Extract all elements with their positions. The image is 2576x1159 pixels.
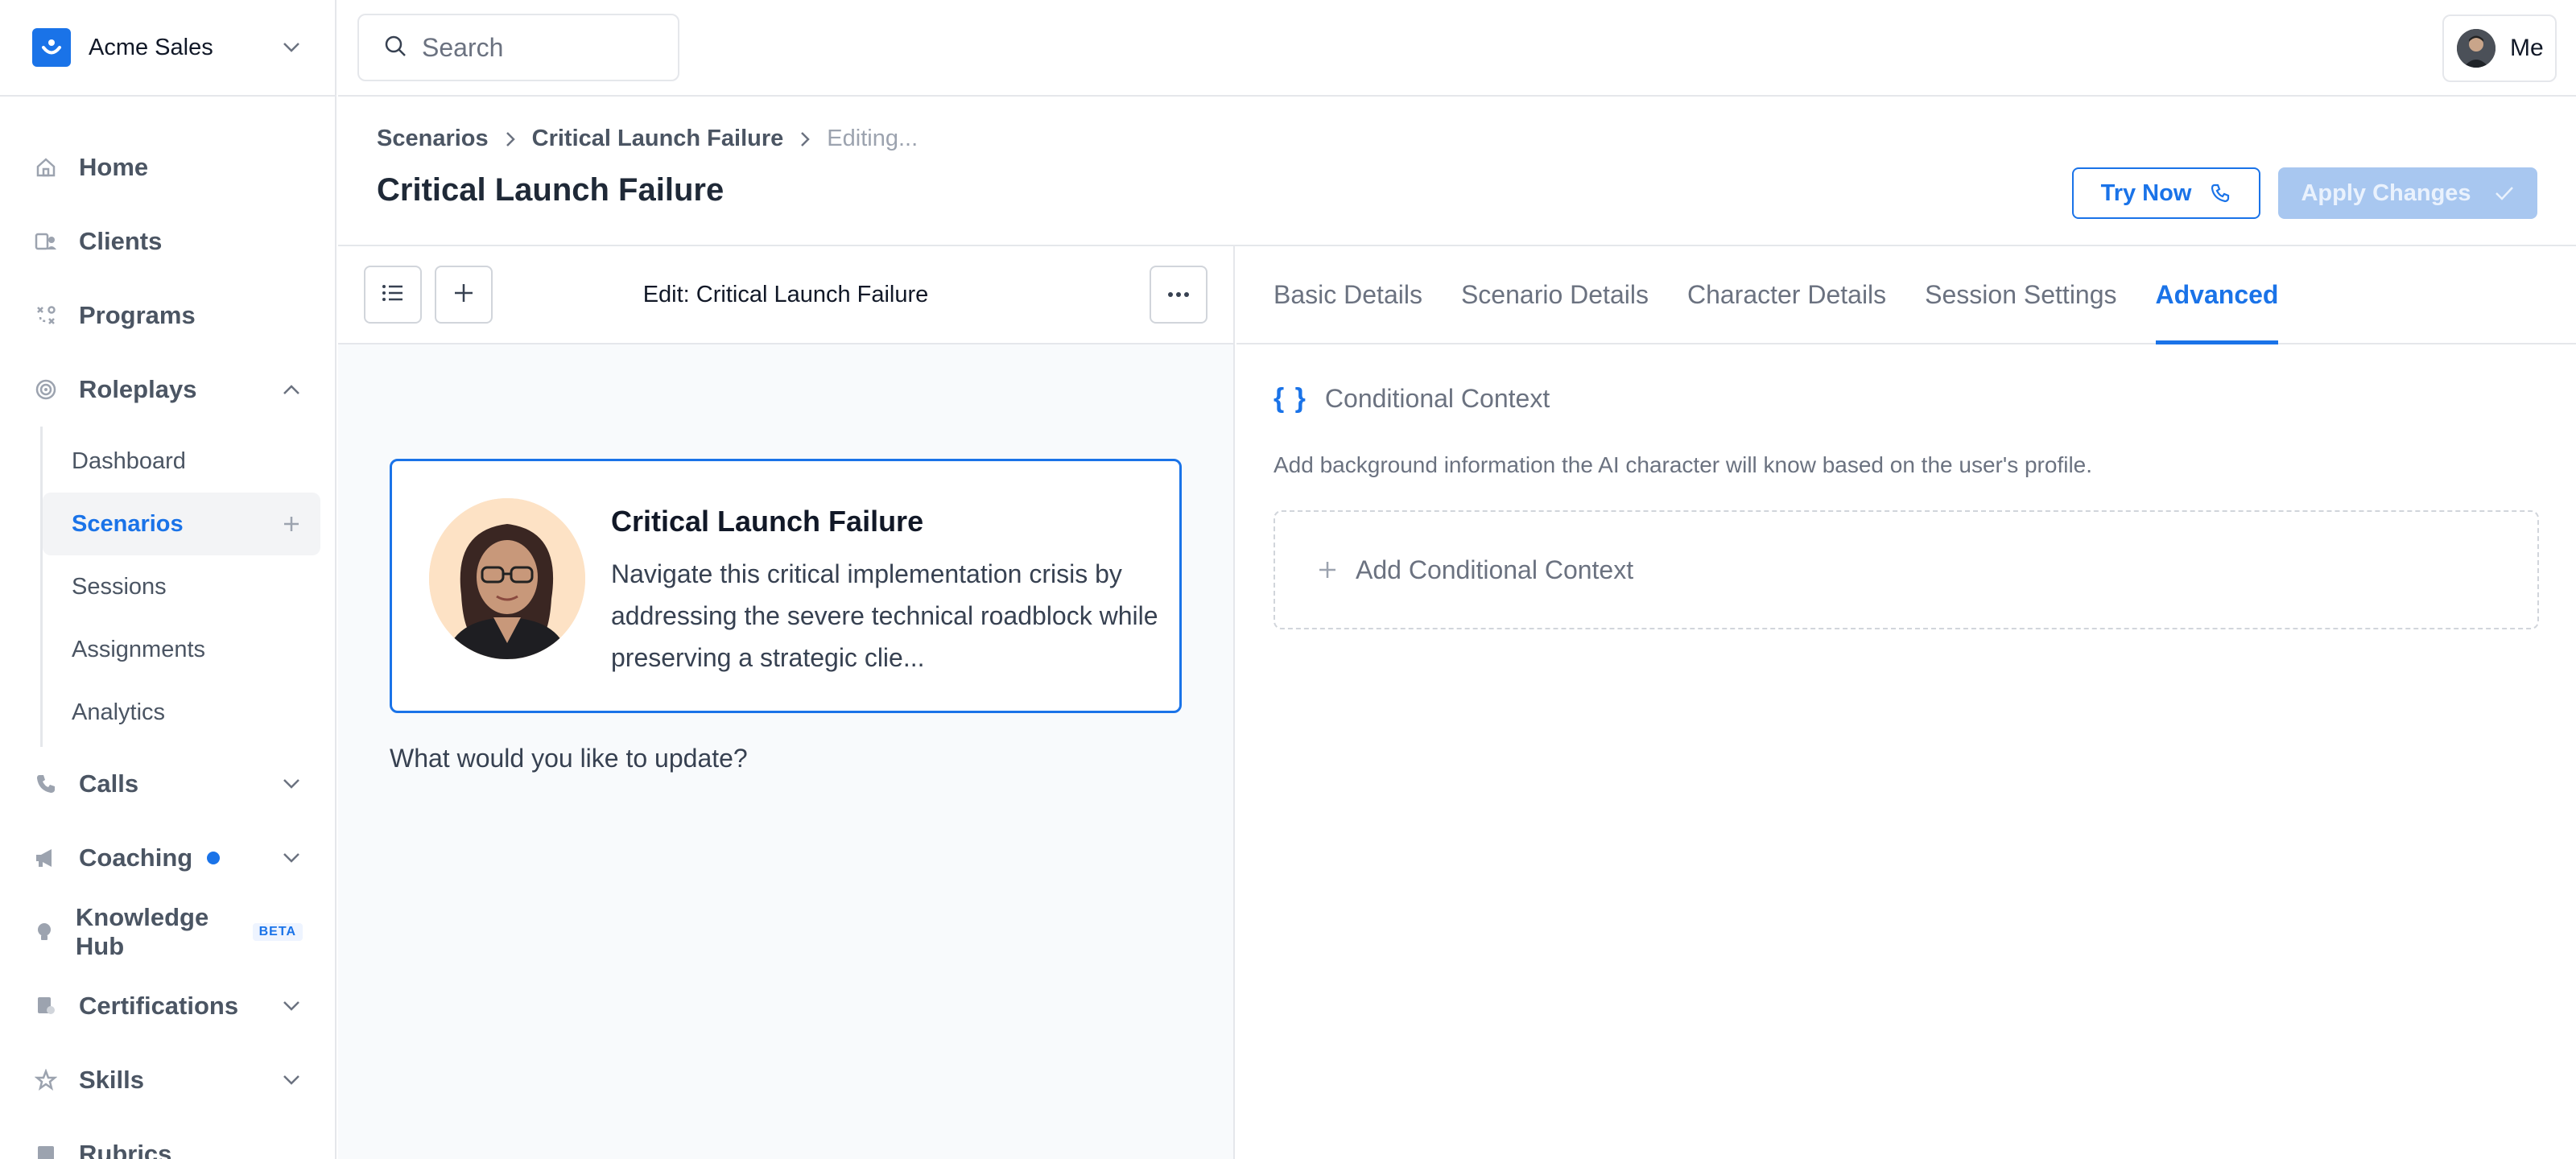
sidebar-item-knowledge-hub[interactable]: Knowledge Hub BETA	[0, 895, 335, 969]
sidebar-item-certifications[interactable]: Certifications	[0, 969, 335, 1043]
notification-dot	[207, 852, 221, 864]
editor-title: Edit: Critical Launch Failure	[642, 282, 929, 307]
tab-bar: Basic Details Scenario Details Character…	[1236, 246, 2576, 344]
tab-character-details[interactable]: Character Details	[1687, 246, 1886, 343]
search-box[interactable]	[357, 14, 679, 81]
sidebar-item-skills[interactable]: Skills	[0, 1043, 335, 1117]
tab-scenario-details[interactable]: Scenario Details	[1461, 246, 1649, 343]
beta-badge: BETA	[252, 923, 303, 941]
target-icon	[32, 376, 60, 403]
conditional-context-description: Add background information the AI charac…	[1274, 452, 2093, 477]
chevron-down-icon[interactable]	[280, 847, 303, 869]
sidebar-item-calls[interactable]: Calls	[0, 747, 335, 821]
plus-icon[interactable]	[280, 513, 303, 535]
sidebar-item-coaching[interactable]: Coaching	[0, 821, 335, 895]
star-icon	[32, 1066, 60, 1094]
rubric-icon	[32, 1140, 60, 1159]
card-description: Navigate this critical implementation cr…	[611, 559, 1158, 672]
org-name: Acme Sales	[89, 34, 213, 60]
card-title: Critical Launch Failure	[611, 505, 924, 538]
sidebar-subitem-assignments[interactable]: Assignments	[43, 618, 320, 681]
search-icon	[383, 34, 407, 62]
programs-icon	[32, 302, 60, 329]
chevron-down-icon[interactable]	[280, 1069, 303, 1091]
apply-changes-button[interactable]: Apply Changes	[2278, 167, 2537, 219]
chevron-down-icon[interactable]	[280, 773, 303, 795]
megaphone-icon	[32, 844, 60, 872]
editor-toolbar: Edit: Critical Launch Failure	[338, 246, 1233, 344]
sidebar-subitem-dashboard[interactable]: Dashboard	[43, 430, 320, 493]
character-avatar	[429, 498, 585, 659]
top-bar: Me	[338, 0, 2576, 97]
plus-icon	[1317, 559, 1338, 580]
braces-icon: { }	[1274, 383, 1307, 414]
sidebar-nav: Home Clients Programs Roleplays Dashboar…	[0, 97, 335, 1159]
lightbulb-icon	[32, 918, 56, 946]
add-conditional-context-button[interactable]: Add Conditional Context	[1274, 510, 2539, 629]
sidebar-item-clients[interactable]: Clients	[0, 204, 335, 278]
conditional-context-heading: { } Conditional Context	[1274, 383, 1550, 414]
sidebar-item-programs[interactable]: Programs	[0, 278, 335, 353]
sidebar-item-home[interactable]: Home	[0, 130, 335, 204]
roleplays-submenu: Dashboard Scenarios Sessions Assignments…	[40, 427, 335, 747]
page-title: Critical Launch Failure	[377, 172, 724, 208]
page-header: Scenarios Critical Launch Failure Editin…	[338, 98, 2576, 246]
breadcrumb: Scenarios Critical Launch Failure Editin…	[377, 126, 918, 152]
sidebar-subitem-sessions[interactable]: Sessions	[43, 555, 320, 618]
sidebar: Acme Sales Home Clients Programs Rolepla…	[0, 0, 336, 1159]
phone-icon	[2209, 182, 2231, 204]
more-horizontal-icon	[1167, 287, 1190, 302]
user-label: Me	[2510, 35, 2544, 61]
chevron-up-icon[interactable]	[280, 378, 303, 401]
sidebar-subitem-scenarios[interactable]: Scenarios	[43, 493, 320, 555]
tab-basic-details[interactable]: Basic Details	[1274, 246, 1422, 343]
chevron-down-icon[interactable]	[280, 36, 303, 59]
breadcrumb-scenario[interactable]: Critical Launch Failure	[532, 126, 784, 152]
phone-icon	[32, 770, 60, 798]
check-icon	[2494, 184, 2515, 202]
home-icon	[32, 154, 60, 181]
clients-icon	[32, 228, 60, 255]
certificate-icon	[32, 992, 60, 1020]
tab-advanced[interactable]: Advanced	[2155, 246, 2278, 344]
try-now-button[interactable]: Try Now	[2072, 167, 2260, 219]
update-prompt: What would you like to update?	[390, 744, 748, 773]
tab-session-settings[interactable]: Session Settings	[1925, 246, 2116, 343]
scenario-card[interactable]: Critical Launch Failure Navigate this cr…	[390, 459, 1182, 713]
chevron-right-icon	[505, 130, 516, 148]
sidebar-item-rubrics[interactable]: Rubrics	[0, 1117, 335, 1159]
smile-icon	[32, 28, 71, 67]
breadcrumb-current: Editing...	[827, 126, 919, 151]
avatar	[2457, 29, 2496, 68]
sidebar-subitem-analytics[interactable]: Analytics	[43, 681, 320, 744]
settings-pane: Basic Details Scenario Details Character…	[1236, 246, 2576, 1159]
chevron-right-icon	[799, 130, 811, 148]
more-options-button[interactable]	[1150, 266, 1208, 324]
breadcrumb-scenarios[interactable]: Scenarios	[377, 126, 489, 152]
user-menu-button[interactable]: Me	[2442, 14, 2557, 82]
org-switcher[interactable]: Acme Sales	[0, 0, 335, 97]
sidebar-item-roleplays[interactable]: Roleplays	[0, 353, 335, 427]
chevron-down-icon[interactable]	[280, 995, 303, 1017]
search-input[interactable]	[422, 32, 647, 63]
editor-pane: Edit: Critical Launch Failure Critical L…	[338, 246, 1235, 1159]
